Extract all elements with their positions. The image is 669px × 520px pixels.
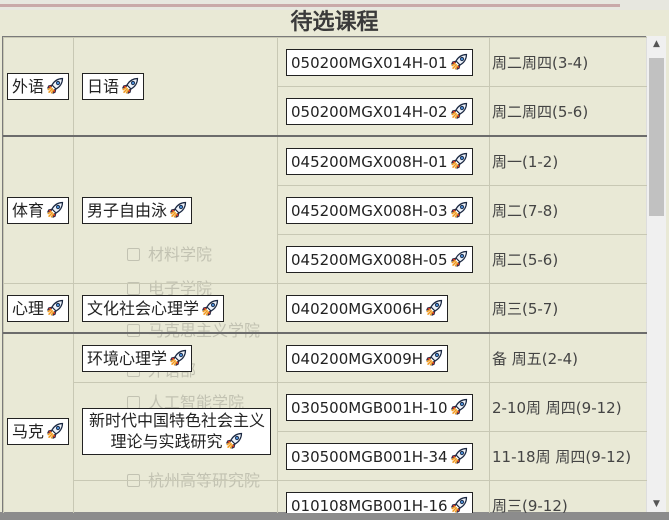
course-table-panel: 材料学院 电子学院 马克思主义学院 外语部 人工智能学院 杭州高等研究院 外语 … xyxy=(2,36,647,514)
course-cell: 日语 xyxy=(73,37,278,137)
course-chip[interactable]: 新时代中国特色社会主义理论与实践研究 xyxy=(82,408,271,455)
course-chip[interactable]: 文化社会心理学 xyxy=(82,294,225,322)
category-chip[interactable]: 心理 xyxy=(7,294,70,322)
category-cell: 心理 xyxy=(3,283,74,334)
section-code-chip[interactable]: 045200MGX008H-03 xyxy=(286,196,473,224)
vertical-scrollbar[interactable]: ▲ ▼ xyxy=(646,36,666,513)
rocket-icon[interactable] xyxy=(120,76,140,96)
rocket-icon[interactable] xyxy=(449,52,469,72)
code-cell: 045200MGX008H-03 xyxy=(277,185,490,235)
table-row: 外语 日语 050200MGX014H-01 周二周四(3-4) xyxy=(3,37,647,137)
rocket-icon[interactable] xyxy=(449,495,469,514)
rocket-icon[interactable] xyxy=(224,431,244,451)
code-cell: 045200MGX008H-05 xyxy=(277,234,490,284)
section-code-chip[interactable]: 030500MGB001H-34 xyxy=(286,442,473,470)
course-cell xyxy=(73,480,278,513)
scrollbar-thumb[interactable] xyxy=(649,58,664,216)
schedule-cell: 周三(5-7) xyxy=(489,283,647,334)
section-code-chip[interactable]: 050200MGX014H-02 xyxy=(286,97,473,125)
schedule-cell: 周二(7-8) xyxy=(489,185,647,235)
table-row: 体育 男子自由泳 045200MGX008H-01 周一(1-2) xyxy=(3,135,647,284)
schedule-cell: 周二周四(5-6) xyxy=(489,86,647,137)
course-chip[interactable]: 环境心理学 xyxy=(82,344,193,372)
course-cell: 环境心理学 xyxy=(73,332,278,383)
rocket-icon[interactable] xyxy=(45,421,65,441)
code-cell: 030500MGB001H-10 xyxy=(277,382,490,432)
schedule-cell: 11-18周 周四(9-12) xyxy=(489,431,647,481)
schedule-cell: 周二周四(3-4) xyxy=(489,37,647,87)
rocket-icon[interactable] xyxy=(168,200,188,220)
course-cell: 文化社会心理学 xyxy=(73,283,278,334)
section-code-chip[interactable]: 045200MGX008H-05 xyxy=(286,245,473,273)
schedule-cell: 周一(1-2) xyxy=(489,135,647,186)
rocket-icon[interactable] xyxy=(168,348,188,368)
schedule-cell: 周三(9-12) xyxy=(489,480,647,513)
rocket-icon[interactable] xyxy=(449,151,469,171)
schedule-cell: 备 周五(2-4) xyxy=(489,332,647,383)
rocket-icon[interactable] xyxy=(449,249,469,269)
code-cell: 050200MGX014H-02 xyxy=(277,86,490,137)
section-code-chip[interactable]: 030500MGB001H-10 xyxy=(286,393,473,421)
section-code-chip[interactable]: 040200MGX006H xyxy=(286,294,449,322)
rocket-icon[interactable] xyxy=(424,348,444,368)
scroll-up-arrow-icon[interactable]: ▲ xyxy=(647,36,666,53)
code-cell: 045200MGX008H-01 xyxy=(277,135,490,186)
course-table: 外语 日语 050200MGX014H-01 周二周四(3-4) 050200M… xyxy=(3,37,647,514)
category-chip[interactable]: 外语 xyxy=(7,73,70,100)
course-chip[interactable]: 男子自由泳 xyxy=(82,196,193,224)
code-cell: 040200MGX006H xyxy=(277,283,490,334)
code-cell: 010108MGB001H-16 xyxy=(277,480,490,514)
rocket-icon[interactable] xyxy=(424,298,444,318)
course-cell: 男子自由泳 xyxy=(73,135,278,284)
rocket-icon[interactable] xyxy=(449,101,469,121)
code-cell: 050200MGX014H-01 xyxy=(277,37,490,87)
section-code-chip[interactable]: 040200MGX009H xyxy=(286,344,449,372)
rocket-icon[interactable] xyxy=(200,298,220,318)
table-row: 马克 环境心理学 040200MGX009H 备 周五(2-4) xyxy=(3,332,647,513)
scroll-down-arrow-icon[interactable]: ▼ xyxy=(647,496,666,513)
category-cell: 外语 xyxy=(3,37,74,137)
course-cell: 新时代中国特色社会主义理论与实践研究 xyxy=(73,382,278,481)
rocket-icon[interactable] xyxy=(45,200,65,220)
rocket-icon[interactable] xyxy=(449,397,469,417)
table-row: 010108MGB001H-16 周三(9-12) xyxy=(4,480,647,514)
category-cell: 体育 xyxy=(3,135,74,284)
category-chip[interactable]: 马克 xyxy=(7,418,70,445)
rocket-icon[interactable] xyxy=(449,446,469,466)
section-code-chip[interactable]: 045200MGX008H-01 xyxy=(286,147,473,175)
table-row: 新时代中国特色社会主义理论与实践研究 030500MGB001H-10 2-10… xyxy=(4,382,647,481)
code-cell: 030500MGB001H-34 xyxy=(277,431,490,481)
section-code-chip[interactable]: 050200MGX014H-01 xyxy=(286,48,473,76)
code-cell: 040200MGX009H xyxy=(277,332,490,383)
rocket-icon[interactable] xyxy=(45,76,65,96)
table-row: 心理 文化社会心理学 040200MGX006H 周三(5-7) xyxy=(3,283,647,334)
page-title: 待选课程 xyxy=(290,10,379,35)
category-cell: 马克 xyxy=(3,332,74,513)
category-chip[interactable]: 体育 xyxy=(7,196,70,224)
bottom-bar xyxy=(0,512,669,520)
rocket-icon[interactable] xyxy=(449,200,469,220)
rocket-icon[interactable] xyxy=(45,298,65,318)
schedule-cell: 周二(5-6) xyxy=(489,234,647,284)
section-code-chip[interactable]: 010108MGB001H-16 xyxy=(286,491,473,514)
course-chip[interactable]: 日语 xyxy=(82,73,145,100)
schedule-cell: 2-10周 周四(9-12) xyxy=(489,382,647,432)
